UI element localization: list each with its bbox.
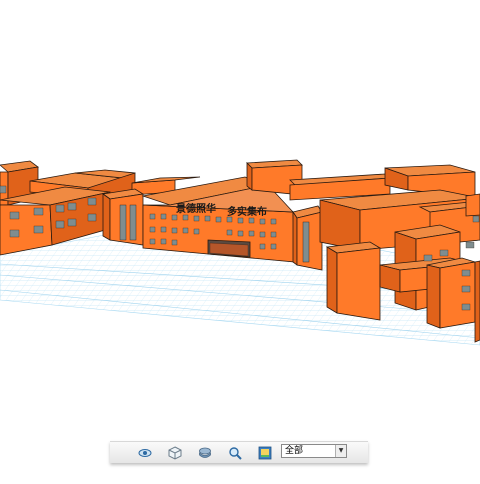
magnifier-icon[interactable]	[226, 444, 244, 461]
picture-icon[interactable]	[256, 444, 274, 461]
layers-icon[interactable]	[196, 444, 214, 461]
chevron-down-icon[interactable]: ▼	[335, 445, 346, 457]
banner-right-text: 多实集布	[227, 205, 267, 218]
scene-canvas[interactable]: 景德照华 多实集布	[0, 0, 480, 480]
view-filter-select[interactable]: 全部 ▼	[281, 444, 347, 458]
banner-left-text: 景德照华	[176, 202, 216, 215]
cube-icon[interactable]	[166, 444, 184, 461]
view-filter-value: 全部	[285, 446, 304, 456]
eye-icon[interactable]	[136, 444, 154, 461]
3d-viewport[interactable]: 景德照华 多实集布	[0, 0, 480, 480]
